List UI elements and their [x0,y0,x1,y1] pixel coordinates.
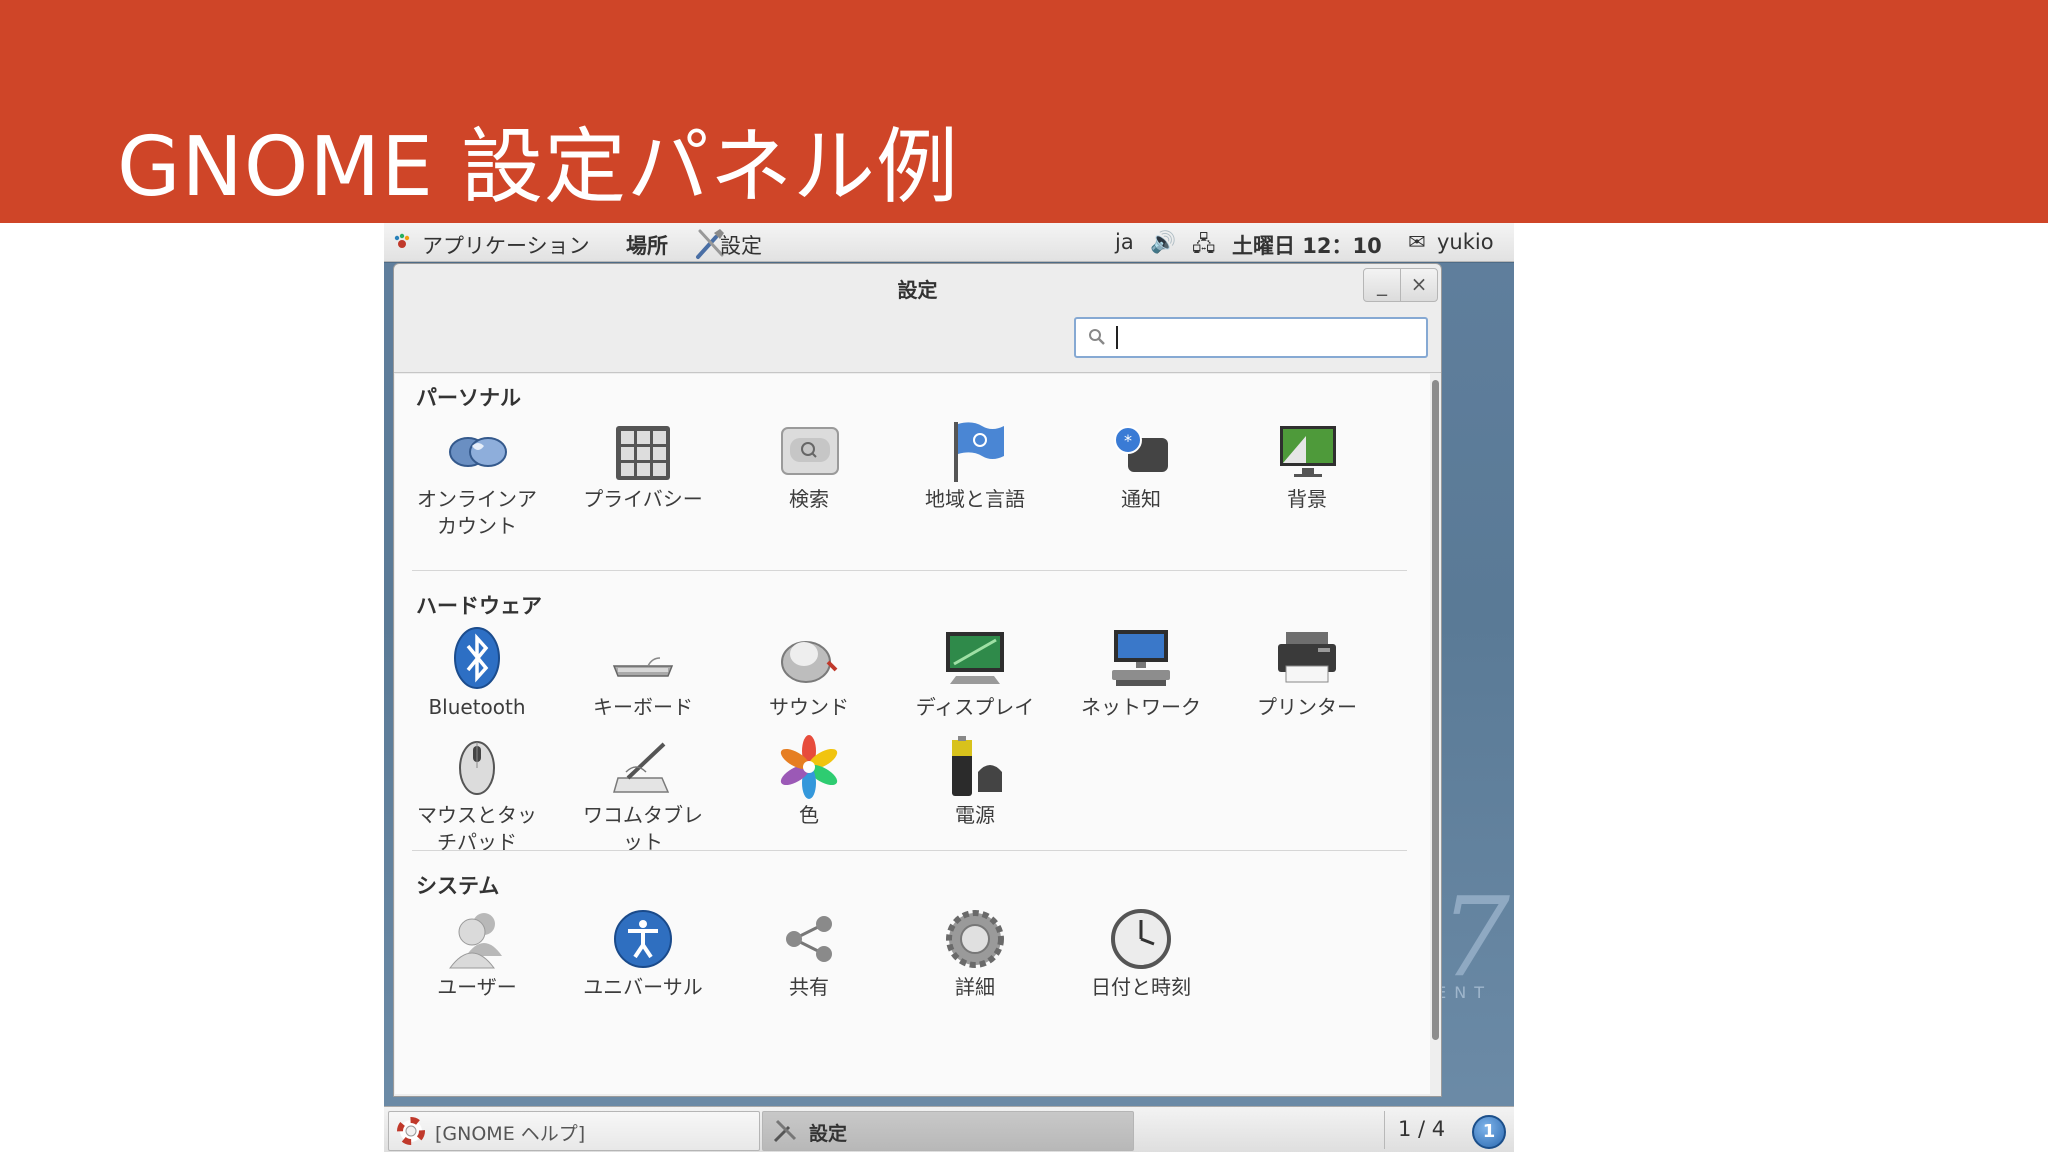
window-title: 設定 [897,278,938,302]
item-search[interactable]: 検索 [726,416,892,513]
online-accounts-icon [449,437,507,467]
item-sharing[interactable]: 共有 [726,904,892,1001]
input-method-indicator[interactable]: ja [1115,230,1134,254]
section-title-personal: パーソナル [416,386,521,410]
notifications-icon: * [1114,426,1168,472]
desktop-wallpaper-text: ENT [1436,983,1492,1002]
background-icon [1280,426,1336,477]
item-universal-access[interactable]: ユニバーサル [560,904,726,1001]
item-network[interactable]: ネットワーク [1058,624,1224,721]
search-input[interactable] [1074,317,1428,358]
keyboard-icon [612,657,674,677]
vertical-scrollbar[interactable] [1430,374,1441,1094]
svg-text:*: * [1124,431,1132,450]
bluetooth-icon [454,627,500,689]
item-bluetooth[interactable]: Bluetooth [394,624,560,721]
item-notifications[interactable]: * 通知 [1058,416,1224,513]
item-printer[interactable]: プリンター [1224,624,1390,721]
item-date-time[interactable]: 日付と時刻 [1058,904,1224,1001]
places-menu[interactable]: 場所 [626,230,668,260]
minimize-button[interactable]: _ [1363,268,1401,302]
bottom-panel: [GNOME ヘルプ] 設定 1 / 4 1 [384,1106,1514,1152]
universal-access-icon [614,910,672,968]
section-title-hardware: ハードウェア [416,594,542,618]
volume-icon[interactable]: 🔊 [1150,230,1176,255]
scrollbar-thumb[interactable] [1432,380,1439,1040]
clock[interactable]: 土曜日 12：10 [1232,230,1382,260]
item-sound[interactable]: サウンド [726,624,892,721]
tools-icon [773,1119,797,1143]
section-title-system: システム [416,874,500,898]
power-icon [952,736,1002,796]
sharing-icon [786,916,832,962]
item-region-language[interactable]: 地域と言語 [892,416,1058,513]
close-button[interactable]: × [1400,268,1438,302]
section-separator [412,850,1407,851]
item-mouse-touchpad[interactable]: マウスとタッ チパッド [394,732,560,856]
text-caret [1116,326,1118,349]
item-wacom-tablet[interactable]: ワコムタブレ ット [560,732,726,856]
item-color[interactable]: 色 [726,732,892,829]
network-icon [1112,630,1170,686]
item-details[interactable]: 詳細 [892,904,1058,1001]
user-status-icon: ✉ [1408,230,1426,254]
color-icon [780,735,838,799]
top-panel: アプリケーション 場所 設定 ja 🔊 🖧 土曜日 12：10 ✉ yukio [384,223,1514,262]
region-flag-icon [954,422,1004,482]
network-status-icon[interactable]: 🖧 [1192,230,1215,265]
notification-badge[interactable]: 1 [1472,1115,1506,1149]
item-power[interactable]: 電源 [892,732,1058,829]
window-titlebar[interactable]: 設定 _ × [394,264,1441,306]
wacom-tablet-icon [613,742,670,793]
applications-menu[interactable]: アプリケーション [422,230,590,260]
section-separator [412,570,1407,571]
slide-title: GNOME 設定パネル例 [117,120,960,215]
settings-content: パーソナル オンラインア カウント プライバシー 検索 地域と言語 * 通知 背… [395,374,1430,1094]
desktop-screenshot: 7 ENT アプリケーション 場所 設定 ja 🔊 🖧 土曜日 12：10 ✉ … [384,223,1514,1152]
printer-icon [1278,632,1336,683]
taskbar-item-gnome-help[interactable]: [GNOME ヘルプ] [388,1111,760,1151]
item-users[interactable]: ユーザー [394,904,560,1001]
workspace-divider [1384,1111,1385,1149]
search-icon [1089,329,1105,345]
lifebuoy-icon [397,1117,425,1145]
active-app-label[interactable]: 設定 [720,230,762,260]
item-online-accounts[interactable]: オンラインア カウント [394,416,560,540]
display-icon [946,632,1004,684]
workspace-indicator[interactable]: 1 / 4 [1398,1117,1445,1141]
item-display[interactable]: ディスプレイ [892,624,1058,721]
taskbar-item-settings[interactable]: 設定 [762,1111,1134,1151]
settings-window: 設定 _ × パーソナル オンラインア カウント プライバシー 検索 地域と言語… [393,263,1442,1097]
item-privacy[interactable]: プライバシー [560,416,726,513]
item-keyboard[interactable]: キーボード [560,624,726,721]
gnome-foot-icon[interactable] [393,233,411,251]
user-menu[interactable]: yukio [1437,230,1494,254]
mouse-icon [459,741,495,795]
item-background[interactable]: 背景 [1224,416,1390,513]
sound-icon [781,641,838,683]
date-time-clock-icon [1111,909,1171,969]
privacy-icon [616,426,670,480]
details-gear-icon [946,910,1004,968]
desktop-wallpaper-mark: 7 [1440,873,1510,1001]
toolbar-separator [394,372,1441,373]
users-icon [449,913,502,969]
search-settings-icon [781,427,839,475]
